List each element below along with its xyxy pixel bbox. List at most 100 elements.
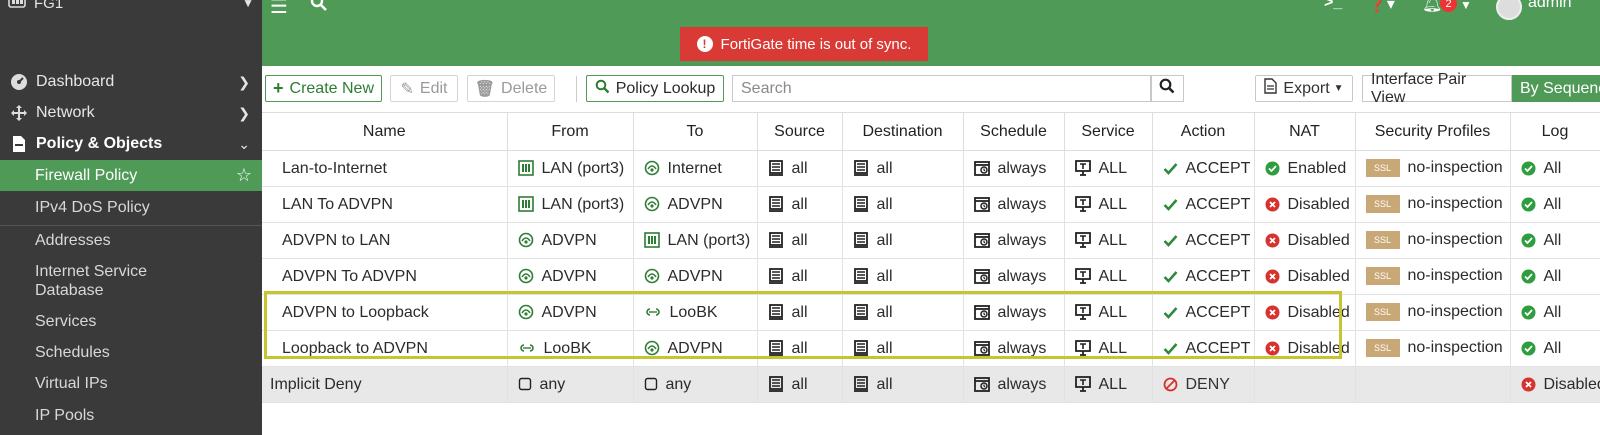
cell-action[interactable]: DENY <box>1152 366 1255 403</box>
cell-action[interactable]: ACCEPT <box>1152 294 1255 331</box>
export-button[interactable]: Export ▼ <box>1255 75 1353 102</box>
cell-source[interactable]: all <box>757 366 843 403</box>
cell-schedule[interactable]: always <box>963 258 1065 295</box>
column-header[interactable]: Security Profiles <box>1355 112 1511 151</box>
cell-service[interactable]: ALL <box>1064 258 1153 295</box>
cell-action[interactable]: ACCEPT <box>1152 150 1255 187</box>
cell-destination[interactable]: all <box>842 258 964 295</box>
search-input[interactable] <box>732 75 1152 102</box>
column-header[interactable]: Destination <box>842 112 964 151</box>
cell-to[interactable]: LAN (port3) <box>633 222 758 259</box>
by-sequence-button[interactable]: By Sequence <box>1512 75 1600 102</box>
cell-destination[interactable]: all <box>842 150 964 187</box>
cell-destination[interactable]: all <box>842 294 964 331</box>
column-header[interactable]: Log <box>1510 112 1600 151</box>
cell-source[interactable]: all <box>757 222 843 259</box>
user-name[interactable]: admin <box>1528 0 1572 12</box>
cell-nat[interactable]: Disabled <box>1254 330 1356 367</box>
cell-service[interactable]: ALL <box>1064 366 1153 403</box>
delete-button[interactable]: 🗑︎ Delete <box>467 75 555 102</box>
cell-destination[interactable]: all <box>842 186 964 223</box>
table-row[interactable]: LAN To ADVPN LAN (port3) ADVPN all all always… <box>262 186 1600 223</box>
cell-nat[interactable]: Disabled <box>1254 294 1356 331</box>
table-row[interactable]: ADVPN To ADVPN ADVPN ADVPN all all always ALL A… <box>262 258 1600 295</box>
cell-schedule[interactable]: always <box>963 294 1065 331</box>
cell-from[interactable]: ADVPN <box>507 222 634 259</box>
cell-service[interactable]: ALL <box>1064 222 1153 259</box>
cell-nat[interactable]: Enabled <box>1254 150 1356 187</box>
policy-lookup-button[interactable]: Policy Lookup <box>586 75 724 102</box>
cell-to[interactable]: LooBK <box>633 294 758 331</box>
sidebar-item-ipv4-dos-policy[interactable]: IPv4 DoS Policy <box>0 193 262 223</box>
chevron-down-icon[interactable]: ▼ <box>1460 0 1472 12</box>
cell-schedule[interactable]: always <box>963 150 1065 187</box>
cell-service[interactable]: ALL <box>1064 294 1153 331</box>
cell-schedule[interactable]: always <box>963 186 1065 223</box>
star-icon[interactable]: ☆ <box>236 165 252 186</box>
device-selector[interactable]: FG1 ▼ <box>8 0 254 15</box>
cell-to[interactable]: Internet <box>633 150 758 187</box>
table-row[interactable]: ADVPN to LAN ADVPN LAN (port3) all all always… <box>262 222 1600 259</box>
column-header[interactable]: Name <box>262 112 508 151</box>
cell-from[interactable]: LAN (port3) <box>507 150 634 187</box>
create-new-button[interactable]: + Create New <box>265 75 382 102</box>
column-header[interactable]: Service <box>1064 112 1153 151</box>
cell-security-profiles[interactable]: SSL no-inspection <box>1355 222 1511 259</box>
cell-name[interactable]: Implicit Deny <box>262 366 508 403</box>
search-icon[interactable] <box>310 0 328 18</box>
cell-action[interactable]: ACCEPT <box>1152 186 1255 223</box>
cell-schedule[interactable]: always <box>963 366 1065 403</box>
help-icon[interactable]: ❓▾ <box>1367 0 1395 14</box>
cell-name[interactable]: ADVPN To ADVPN <box>262 258 508 295</box>
cell-log[interactable]: Disabled <box>1510 366 1600 403</box>
sidebar-item-virtual-ips[interactable]: Virtual IPs <box>0 369 262 399</box>
cell-name[interactable]: Loopback to ADVPN <box>262 330 508 367</box>
nav-network[interactable]: Network ❯ <box>0 101 262 125</box>
cell-log[interactable]: All <box>1510 186 1600 223</box>
cell-from[interactable]: LooBK <box>507 330 634 367</box>
column-header[interactable]: Source <box>757 112 843 151</box>
cell-log[interactable]: All <box>1510 258 1600 295</box>
cell-security-profiles[interactable]: SSL no-inspection <box>1355 294 1511 331</box>
cell-to[interactable]: ADVPN <box>633 258 758 295</box>
column-header[interactable]: Action <box>1152 112 1255 151</box>
sidebar-item-internet-service-database[interactable]: Internet Service Database <box>0 258 200 302</box>
cell-source[interactable]: all <box>757 258 843 295</box>
cell-schedule[interactable]: always <box>963 330 1065 367</box>
sidebar-item-ip-pools[interactable]: IP Pools <box>0 401 262 431</box>
cell-action[interactable]: ACCEPT <box>1152 330 1255 367</box>
cell-action[interactable]: ACCEPT <box>1152 222 1255 259</box>
cell-service[interactable]: ALL <box>1064 330 1153 367</box>
cell-source[interactable]: all <box>757 294 843 331</box>
cell-log[interactable]: All <box>1510 150 1600 187</box>
cell-nat[interactable]: Disabled <box>1254 222 1356 259</box>
sidebar-item-schedules[interactable]: Schedules <box>0 338 262 368</box>
cell-name[interactable]: Lan-to-Internet <box>262 150 508 187</box>
cell-from[interactable]: any <box>507 366 634 403</box>
table-row[interactable]: ADVPN to Loopback ADVPN LooBK all all always A… <box>262 294 1600 331</box>
sidebar-item-addresses[interactable]: Addresses <box>0 226 262 256</box>
cell-security-profiles[interactable]: SSL no-inspection <box>1355 330 1511 367</box>
column-header[interactable]: From <box>507 112 634 151</box>
cell-destination[interactable]: all <box>842 366 964 403</box>
column-header[interactable]: To <box>633 112 758 151</box>
cell-security-profiles[interactable]: SSL no-inspection <box>1355 186 1511 223</box>
column-header[interactable]: Schedule <box>963 112 1065 151</box>
cell-log[interactable]: All <box>1510 222 1600 259</box>
cell-from[interactable]: LAN (port3) <box>507 186 634 223</box>
cell-nat[interactable]: Disabled <box>1254 186 1356 223</box>
cell-from[interactable]: ADVPN <box>507 258 634 295</box>
cell-nat[interactable]: Disabled <box>1254 258 1356 295</box>
cell-destination[interactable]: all <box>842 222 964 259</box>
table-row[interactable]: Loopback to ADVPN LooBK ADVPN all all always A… <box>262 330 1600 367</box>
column-header[interactable]: NAT <box>1254 112 1356 151</box>
cell-name[interactable]: ADVPN to Loopback <box>262 294 508 331</box>
cell-to[interactable]: ADVPN <box>633 330 758 367</box>
edit-button[interactable]: ✎ Edit <box>390 75 458 102</box>
cell-destination[interactable]: all <box>842 330 964 367</box>
cell-log[interactable]: All <box>1510 330 1600 367</box>
cell-source[interactable]: all <box>757 150 843 187</box>
cell-service[interactable]: ALL <box>1064 186 1153 223</box>
interface-pair-view-button[interactable]: Interface Pair View <box>1362 71 1512 106</box>
cell-log[interactable]: All <box>1510 294 1600 331</box>
